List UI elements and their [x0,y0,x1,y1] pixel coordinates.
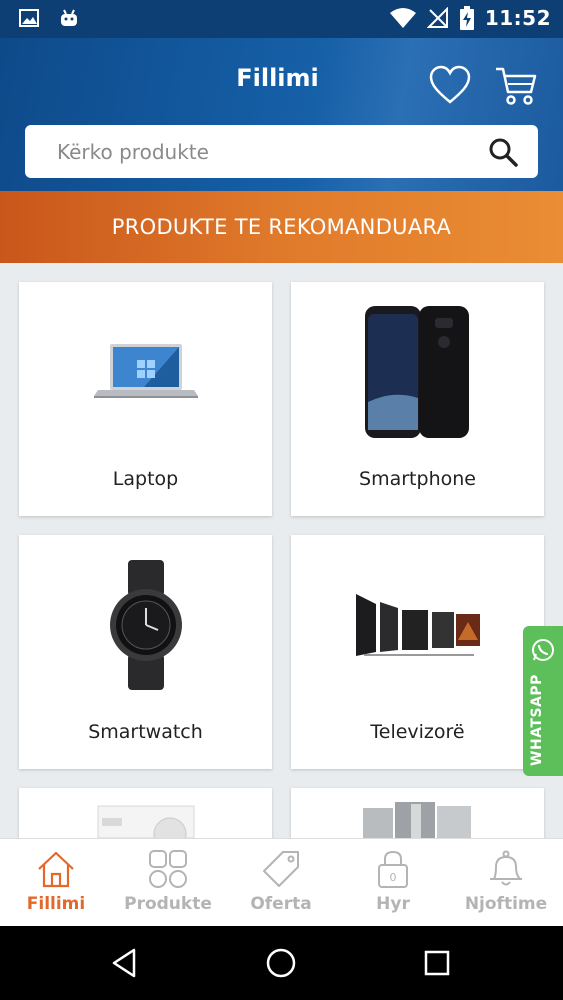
refrigerator-image [291,788,544,838]
back-icon[interactable] [108,946,142,980]
category-card-laptop[interactable]: Laptop [19,282,272,516]
tag-icon [263,851,299,887]
washing-machine-image [19,788,272,838]
nav-label: Njoftime [464,894,548,914]
recommended-banner: PRODUKTE TE REKOMANDUARA [0,191,563,263]
tv-image [291,535,544,715]
category-label: Laptop [112,468,179,490]
search-input[interactable] [25,125,475,178]
status-bar: 11:52 [0,0,563,38]
wifi-icon [389,8,416,28]
search-bar[interactable] [25,125,538,178]
image-notification-icon [19,9,39,27]
bell-icon [490,850,522,886]
no-signal-icon [426,7,448,28]
nav-item-produkte[interactable]: Produkte [112,839,224,927]
category-card-smartphone[interactable]: Smartphone [291,282,544,516]
app-header: Fillimi [0,38,563,191]
home-icon [38,851,74,888]
system-navigation-bar [0,926,563,1000]
nav-item-njoftime[interactable]: Njoftime [450,839,562,927]
clock-time: 11:52 [484,6,551,30]
battery-charging-icon [459,6,474,30]
android-notification-icon [61,9,77,26]
smartphone-image [291,282,544,462]
category-label: Televizorë [370,721,465,743]
smartwatch-image [19,535,272,715]
category-card-televizore[interactable]: Televizorë [291,535,544,769]
laptop-image [19,282,272,462]
search-icon[interactable] [488,137,518,167]
whatsapp-label: WHATSAPP [529,674,545,766]
category-label: Smartphone [359,468,476,490]
nav-item-hyr[interactable]: 0 Hyr [337,839,449,927]
banner-title: PRODUKTE TE REKOMANDUARA [111,215,452,239]
lock-badge: 0 [390,871,397,884]
category-card-smartwatch[interactable]: Smartwatch [19,535,272,769]
nav-label: Fillimi [26,894,86,914]
lock-icon: 0 [378,850,408,888]
recents-icon[interactable] [420,946,454,980]
nav-label: Oferta [250,894,312,914]
cart-icon[interactable] [494,64,538,108]
grid-icon [149,850,187,888]
nav-label: Produkte [124,894,212,914]
bottom-navigation: Fillimi Produkte Oferta 0 Hyr Njoftime [0,838,563,926]
heart-icon[interactable] [428,64,472,108]
whatsapp-icon [532,639,554,661]
nav-item-oferta[interactable]: Oferta [225,839,337,927]
nav-label: Hyr [376,894,410,914]
category-label: Smartwatch [88,721,203,743]
whatsapp-button[interactable]: WHATSAPP [523,626,563,776]
nav-item-fillimi[interactable]: Fillimi [0,839,112,927]
home-button-icon[interactable] [264,946,298,980]
